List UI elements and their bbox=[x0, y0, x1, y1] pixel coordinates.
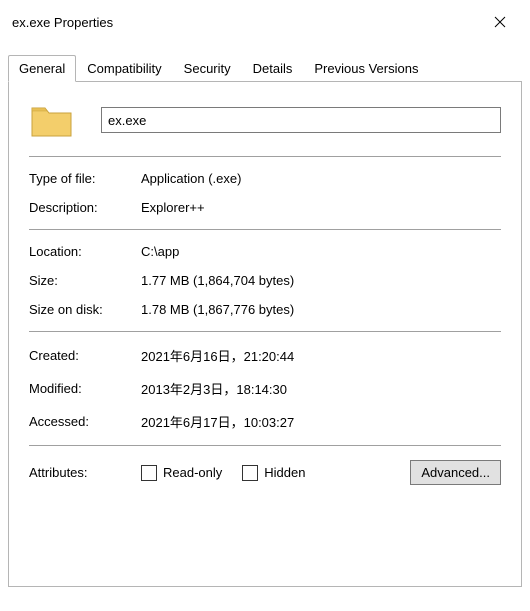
divider bbox=[29, 156, 501, 157]
row-size-on-disk: Size on disk: 1.78 MB (1,867,776 bytes) bbox=[29, 302, 501, 317]
properties-window: ex.exe Properties General Compatibility … bbox=[0, 0, 530, 611]
file-name-input[interactable] bbox=[101, 107, 501, 133]
row-accessed: Accessed: 2021年6月17日，10:03:27 bbox=[29, 412, 501, 431]
row-type: Type of file: Application (.exe) bbox=[29, 171, 501, 186]
label-attributes: Attributes: bbox=[29, 465, 141, 480]
value-size-on-disk: 1.78 MB (1,867,776 bytes) bbox=[141, 302, 294, 317]
tab-strip: General Compatibility Security Details P… bbox=[8, 54, 522, 81]
window-title: ex.exe Properties bbox=[12, 15, 113, 30]
checkbox-readonly[interactable]: Read-only bbox=[141, 465, 222, 481]
label-created: Created: bbox=[29, 348, 141, 363]
tab-previous[interactable]: Previous Versions bbox=[303, 55, 429, 81]
divider bbox=[29, 445, 501, 446]
close-icon bbox=[494, 16, 506, 28]
close-button[interactable] bbox=[482, 8, 518, 36]
tab-security[interactable]: Security bbox=[173, 55, 242, 81]
value-type: Application (.exe) bbox=[141, 171, 241, 186]
row-location: Location: C:\app bbox=[29, 244, 501, 259]
label-accessed: Accessed: bbox=[29, 414, 141, 429]
value-created: 2021年6月16日，21:20:44 bbox=[141, 346, 294, 365]
folder-icon bbox=[29, 100, 75, 140]
row-modified: Modified: 2013年2月3日，18:14:30 bbox=[29, 379, 501, 398]
advanced-button[interactable]: Advanced... bbox=[410, 460, 501, 485]
title-bar: ex.exe Properties bbox=[0, 0, 530, 36]
divider bbox=[29, 331, 501, 332]
row-size: Size: 1.77 MB (1,864,704 bytes) bbox=[29, 273, 501, 288]
general-panel: Type of file: Application (.exe) Descrip… bbox=[8, 81, 522, 587]
label-modified: Modified: bbox=[29, 381, 141, 396]
value-accessed: 2021年6月17日，10:03:27 bbox=[141, 412, 294, 431]
tab-details[interactable]: Details bbox=[242, 55, 304, 81]
value-modified: 2013年2月3日，18:14:30 bbox=[141, 379, 287, 398]
checkbox-readonly-label: Read-only bbox=[163, 465, 222, 480]
row-created: Created: 2021年6月16日，21:20:44 bbox=[29, 346, 501, 365]
checkbox-hidden[interactable]: Hidden bbox=[242, 465, 305, 481]
row-description: Description: Explorer++ bbox=[29, 200, 501, 215]
label-size: Size: bbox=[29, 273, 141, 288]
checkbox-hidden-label: Hidden bbox=[264, 465, 305, 480]
value-description: Explorer++ bbox=[141, 200, 205, 215]
value-location: C:\app bbox=[141, 244, 179, 259]
label-description: Description: bbox=[29, 200, 141, 215]
row-attributes: Attributes: Read-only Hidden Advanced... bbox=[29, 460, 501, 485]
checkbox-box-icon bbox=[242, 465, 258, 481]
tab-area: General Compatibility Security Details P… bbox=[8, 54, 522, 587]
divider bbox=[29, 229, 501, 230]
tab-general[interactable]: General bbox=[8, 55, 76, 82]
value-size: 1.77 MB (1,864,704 bytes) bbox=[141, 273, 294, 288]
checkbox-box-icon bbox=[141, 465, 157, 481]
label-location: Location: bbox=[29, 244, 141, 259]
header-row bbox=[29, 100, 501, 140]
tab-compatibility[interactable]: Compatibility bbox=[76, 55, 172, 81]
label-size-on-disk: Size on disk: bbox=[29, 302, 141, 317]
label-type: Type of file: bbox=[29, 171, 141, 186]
